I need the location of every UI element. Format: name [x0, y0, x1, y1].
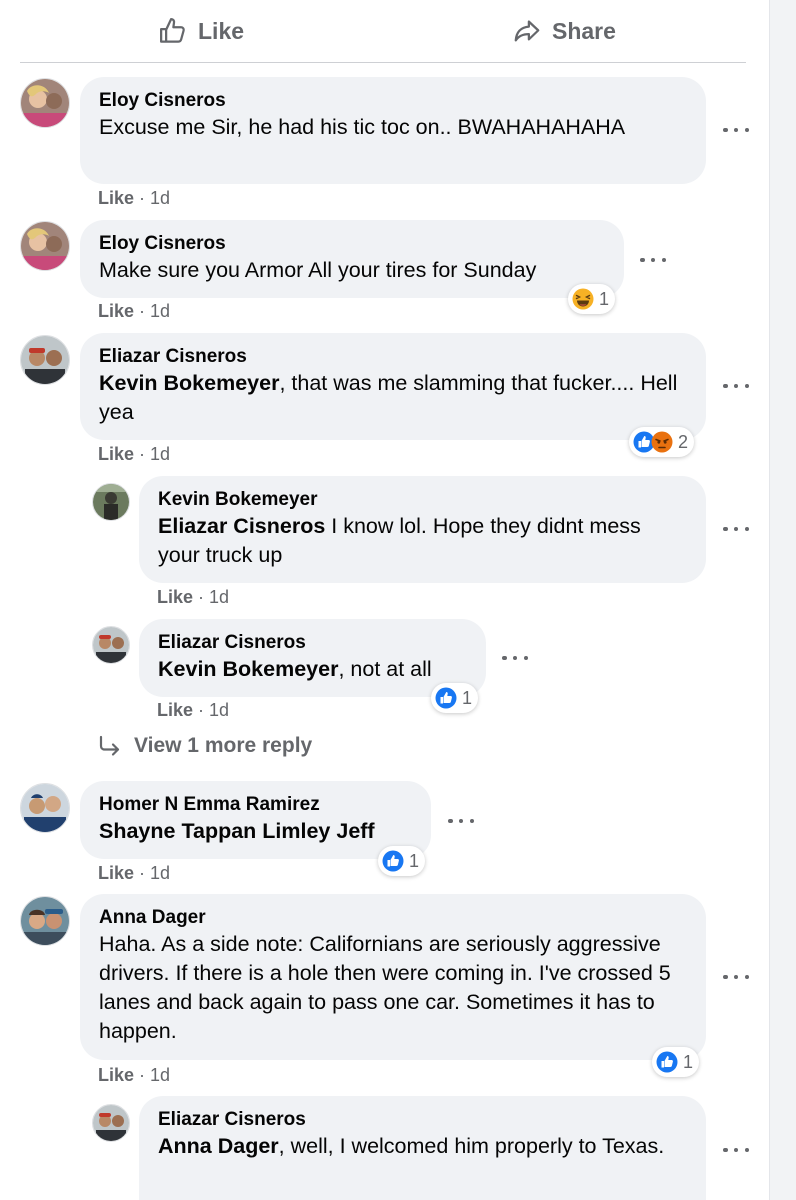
comment-author[interactable]: Eloy Cisneros — [99, 89, 687, 113]
comment-text: Haha. As a side note: Californians are s… — [99, 932, 671, 1043]
like-reaction-icon — [656, 1051, 678, 1073]
comment-options-icon[interactable] — [502, 653, 528, 663]
comment-options-icon[interactable] — [448, 816, 474, 826]
avatar-eloy-cisneros[interactable] — [20, 221, 70, 271]
reply-bubble[interactable]: Kevin Bokemeyer Eliazar Cisneros I know … — [139, 476, 706, 583]
scrollbar-track[interactable] — [769, 0, 796, 1200]
comment-meta: Like · 1d — [98, 1065, 171, 1085]
comment-like-button[interactable]: Like — [98, 188, 134, 208]
mention-tag[interactable]: Eliazar Cisneros — [158, 514, 325, 538]
comment-text: Make sure you Armor All your tires for S… — [99, 258, 537, 282]
comment-like-button[interactable]: Like — [98, 444, 134, 464]
reply-text: Eliazar Cisneros I know lol. Hope they d… — [158, 514, 641, 567]
comment-bubble[interactable]: Eliazar Cisneros Kevin Bokemeyer, that w… — [80, 333, 706, 440]
like-post-button[interactable]: Like — [158, 14, 244, 48]
reaction-count: 2 — [678, 431, 689, 452]
reaction-summary[interactable]: 1 — [652, 1047, 700, 1077]
haha-icon — [572, 288, 594, 310]
comment-options-icon[interactable] — [723, 381, 749, 391]
reaction-summary[interactable]: 1 — [378, 846, 426, 876]
reaction-count: 1 — [683, 1051, 694, 1072]
reply-author[interactable]: Eliazar Cisneros — [158, 1108, 687, 1132]
reply-meta: Like · 1d — [157, 587, 230, 607]
comment-author[interactable]: Eloy Cisneros — [99, 232, 605, 256]
comment-timestamp[interactable]: 1d — [150, 444, 170, 464]
avatar-eloy-cisneros[interactable] — [20, 78, 70, 128]
comment-options-icon[interactable] — [723, 125, 749, 135]
comment-text: Excuse me Sir, he had his tic toc on.. B… — [99, 115, 626, 139]
comment-author[interactable]: Anna Dager — [99, 906, 687, 930]
reply-like-button[interactable]: Like — [157, 587, 193, 607]
comment-meta: Like · 1d — [98, 301, 171, 321]
view-more-replies-label: View 1 more reply — [134, 734, 313, 757]
comment-bubble[interactable]: Anna Dager Haha. As a side note: Califor… — [80, 894, 706, 1060]
comment-text: Shayne Tappan Limley Jeff — [99, 817, 412, 846]
comment-options-icon[interactable] — [723, 524, 749, 534]
avatar-homer-n-emma-ramirez[interactable] — [20, 783, 70, 833]
avatar-kevin-bokemeyer[interactable] — [92, 483, 130, 521]
reaction-summary[interactable]: 2 — [629, 427, 695, 457]
comment-meta: Like · 1d — [98, 863, 171, 883]
reaction-count: 1 — [409, 850, 420, 871]
reaction-summary[interactable]: 1 — [568, 284, 616, 314]
comment-timestamp[interactable]: 1d — [150, 188, 170, 208]
mention-tag[interactable]: Kevin Bokemeyer — [99, 371, 279, 395]
reaction-summary[interactable]: 1 — [431, 683, 479, 713]
comment-timestamp[interactable]: 1d — [150, 301, 170, 321]
comment-like-button[interactable]: Like — [98, 1065, 134, 1085]
view-more-replies-link[interactable]: View 1 more reply — [98, 734, 312, 758]
comment-options-icon[interactable] — [723, 972, 749, 982]
angry-icon — [651, 431, 673, 453]
post-action-bar: Like Share — [20, 0, 746, 63]
comment-author[interactable]: Homer N Emma Ramirez — [99, 793, 412, 817]
like-post-label: Like — [198, 17, 245, 44]
share-arrow-icon — [514, 20, 540, 42]
comment-meta: Like · 1d — [98, 188, 171, 208]
reply-timestamp[interactable]: 1d — [209, 700, 229, 720]
reply-text: Kevin Bokemeyer, not at all — [158, 657, 432, 681]
avatar-eliazar-cisneros[interactable] — [20, 335, 70, 385]
reply-bubble[interactable]: Eliazar Cisneros Kevin Bokemeyer, not at… — [139, 619, 486, 697]
reply-like-button[interactable]: Like — [157, 700, 193, 720]
reply-text: Anna Dager, well, I welcomed him properl… — [158, 1134, 665, 1158]
comment-options-icon[interactable] — [640, 255, 666, 265]
comment-bubble[interactable]: Eloy Cisneros Make sure you Armor All yo… — [80, 220, 624, 298]
reply-meta: Like · 1d — [157, 700, 230, 720]
comment-text: Kevin Bokemeyer, that was me slamming th… — [99, 371, 678, 424]
avatar-anna-dager[interactable] — [20, 896, 70, 946]
thumbs-up-icon — [160, 18, 185, 43]
reaction-count: 1 — [599, 288, 610, 309]
comment-bubble[interactable]: Homer N Emma Ramirez Shayne Tappan Limle… — [80, 781, 431, 859]
comment-like-button[interactable]: Like — [98, 301, 134, 321]
like-reaction-icon — [435, 687, 457, 709]
comment-options-icon[interactable] — [723, 1145, 749, 1155]
avatar-eliazar-cisneros[interactable] — [92, 626, 130, 664]
comment-timestamp[interactable]: 1d — [150, 1065, 170, 1085]
mention-tag[interactable]: Anna Dager — [158, 1134, 279, 1158]
like-reaction-icon — [382, 850, 404, 872]
mention-tag[interactable]: Shayne Tappan Limley Jeff — [99, 819, 375, 843]
comment-bubble[interactable]: Eloy Cisneros Excuse me Sir, he had his … — [80, 77, 706, 184]
comment-author[interactable]: Eliazar Cisneros — [99, 345, 687, 369]
comment-timestamp[interactable]: 1d — [150, 863, 170, 883]
comment-like-button[interactable]: Like — [98, 863, 134, 883]
avatar-eliazar-cisneros[interactable] — [92, 1104, 130, 1142]
reply-timestamp[interactable]: 1d — [209, 587, 229, 607]
reply-bubble[interactable]: Eliazar Cisneros Anna Dager, well, I wel… — [139, 1096, 706, 1200]
mention-tag[interactable]: Kevin Bokemeyer — [158, 657, 338, 681]
reply-arrow-icon — [99, 735, 120, 756]
share-post-button[interactable]: Share — [512, 14, 616, 48]
reaction-count: 1 — [462, 687, 473, 708]
reply-author[interactable]: Kevin Bokemeyer — [158, 488, 687, 512]
reply-author[interactable]: Eliazar Cisneros — [158, 631, 467, 655]
comment-meta: Like · 1d — [98, 444, 171, 464]
share-post-label: Share — [552, 17, 616, 44]
